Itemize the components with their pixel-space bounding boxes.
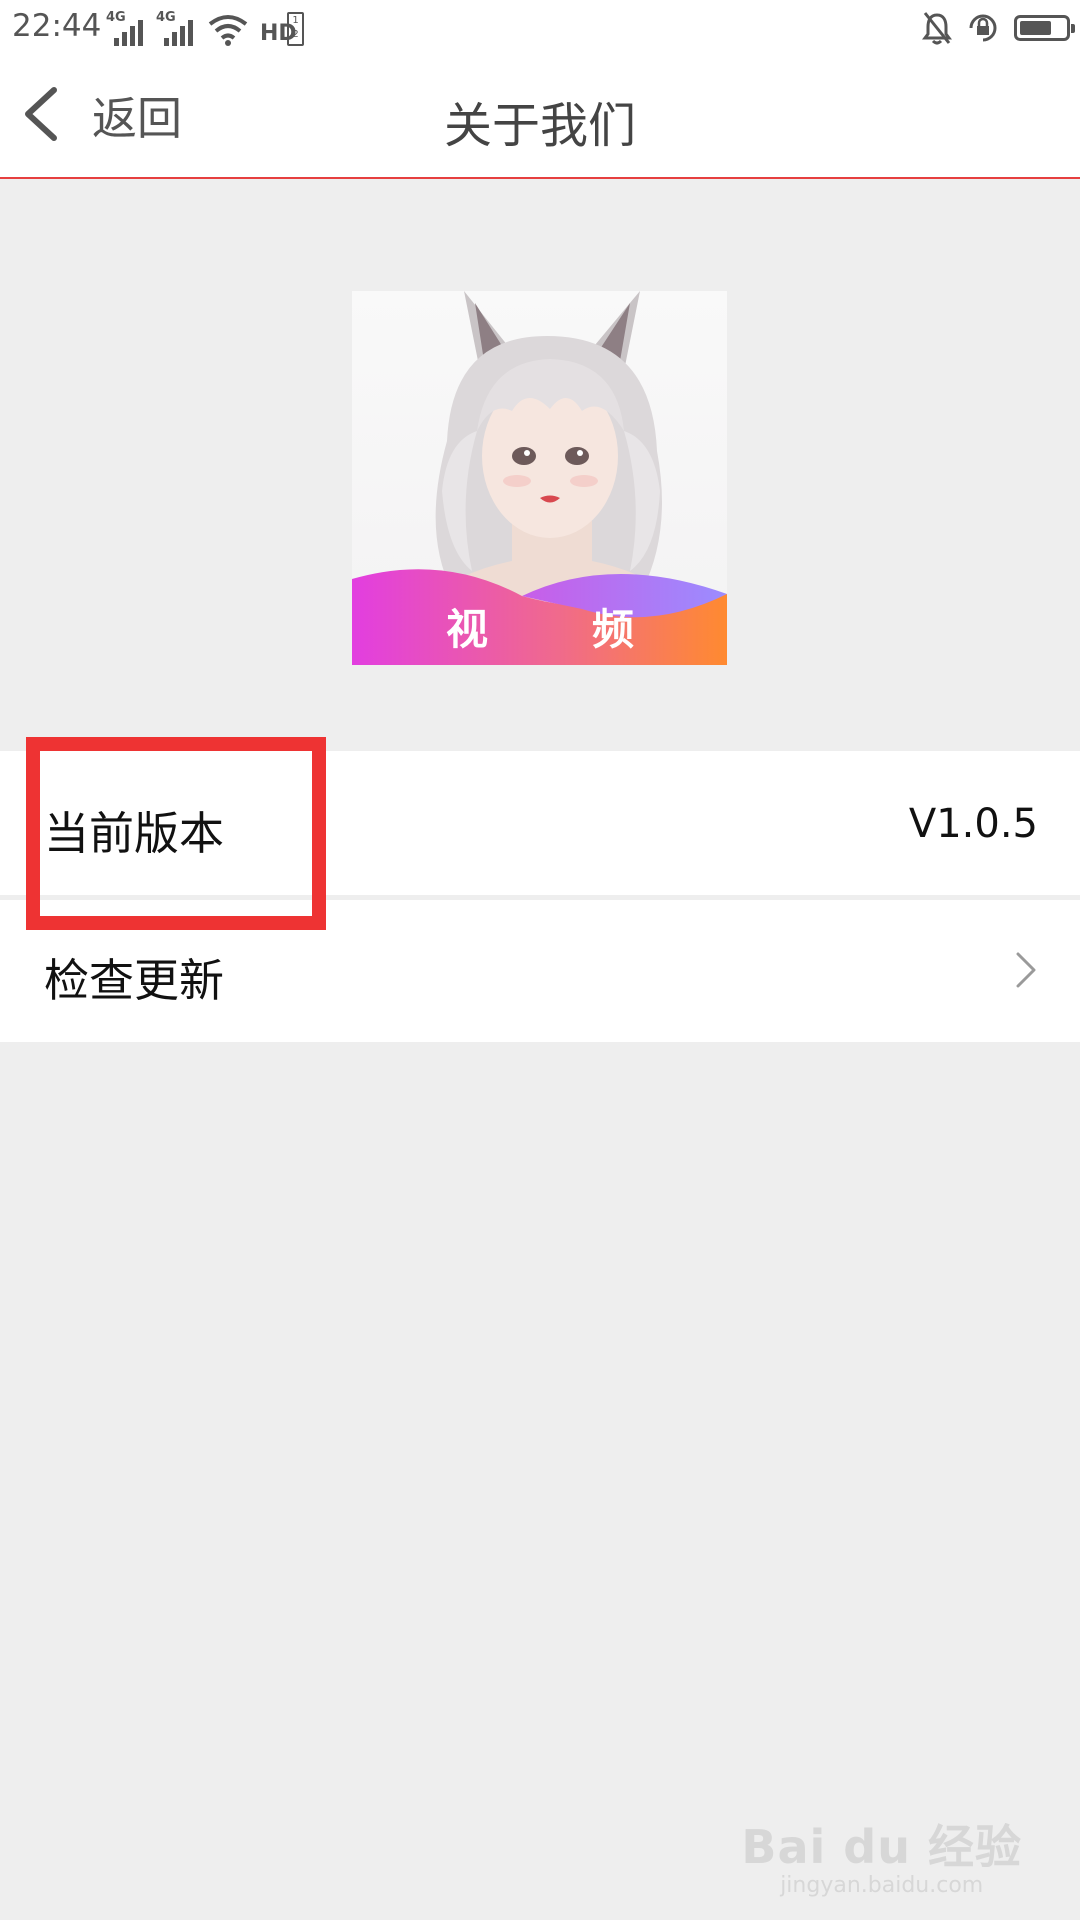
watermark-url: jingyan.baidu.com (780, 1873, 984, 1898)
version-value: V1.0.5 (908, 801, 1038, 847)
app-logo-illustration (352, 291, 727, 665)
status-bar: 22:44 4G 4G HD 1 2 (0, 0, 1080, 54)
network-type-label: 4G (156, 10, 176, 25)
rotation-lock-icon (969, 14, 997, 42)
page-title: 关于我们 (443, 98, 636, 154)
hd-sim-label: 1 2 (287, 12, 304, 46)
network-type-label: 4G (106, 10, 126, 25)
cell-signal-icon: 4G (106, 10, 148, 46)
check-update-label: 检查更新 (44, 954, 225, 1007)
battery-fill (1020, 21, 1051, 35)
baidu-jingyan-watermark: Bai du 经验 jingyan.baidu.com (741, 1811, 1022, 1898)
version-label: 当前版本 (44, 807, 225, 860)
chevron-right-icon (1016, 952, 1036, 988)
wifi-icon (208, 15, 248, 46)
status-time: 22:44 (12, 8, 102, 44)
battery-icon (1014, 15, 1075, 41)
status-right-icons (922, 10, 1075, 46)
bell-muted-icon (922, 12, 952, 45)
nav-header: 返回 关于我们 (0, 54, 1080, 179)
list-item-current-version: 当前版本 V1.0.5 (0, 751, 1080, 895)
hd-voice-icon: HD 1 2 (258, 12, 304, 46)
logo-text-char: 视 (446, 605, 489, 654)
app-logo (352, 291, 727, 665)
cell-signal-icon: 4G (156, 10, 198, 46)
list-item-check-update[interactable]: 检查更新 (0, 900, 1080, 1042)
logo-text-char: 频 (592, 605, 635, 654)
watermark-logo-text: Bai du 经验 (741, 1820, 1022, 1874)
status-left-icons: 4G 4G HD 1 2 (106, 10, 304, 46)
